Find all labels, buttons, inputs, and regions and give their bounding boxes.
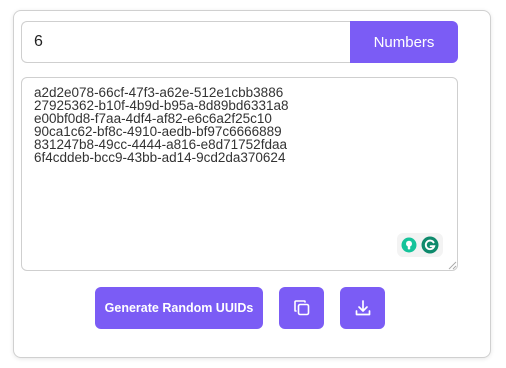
copy-icon [293, 300, 309, 316]
action-buttons: Generate Random UUIDs [95, 287, 385, 329]
uuid-output-textarea[interactable]: a2d2e078-66cf-47f3-a62e-512e1cbb3886 279… [21, 77, 458, 271]
resize-handle-icon[interactable] [448, 261, 457, 270]
generate-uuids-button[interactable]: Generate Random UUIDs [95, 287, 263, 329]
count-row: Numbers [21, 21, 458, 63]
download-button[interactable] [340, 287, 385, 329]
count-input[interactable] [21, 21, 350, 63]
copy-button[interactable] [279, 287, 324, 329]
numbers-button[interactable]: Numbers [350, 21, 458, 63]
grammarly-icon[interactable] [421, 236, 439, 254]
lightbulb-icon[interactable] [401, 237, 417, 253]
download-icon [355, 300, 370, 316]
extension-badge[interactable] [397, 233, 443, 257]
